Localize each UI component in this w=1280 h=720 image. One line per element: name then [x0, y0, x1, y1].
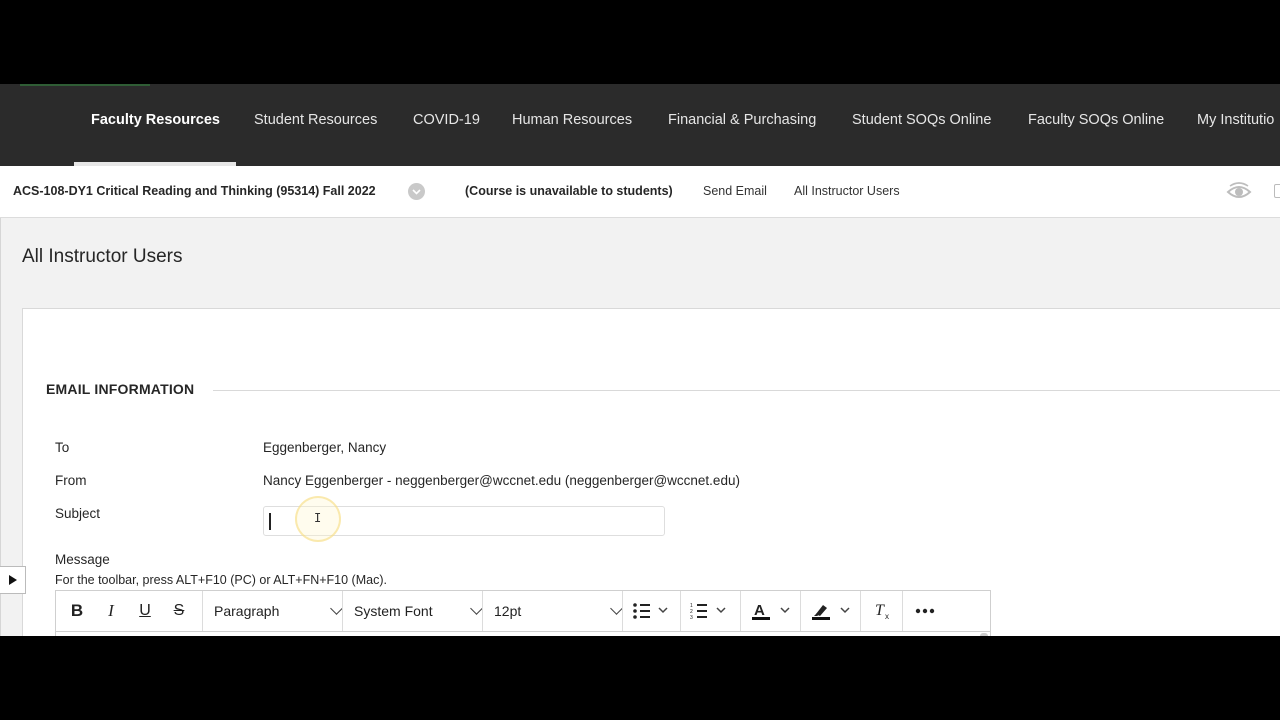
main-content: All Instructor Users EMAIL INFORMATION T… [0, 218, 1280, 636]
block-format-select[interactable]: Paragraph [214, 591, 343, 631]
font-size-select[interactable]: 12pt [494, 591, 623, 631]
block-format-value: Paragraph [214, 603, 280, 619]
svg-text:x: x [885, 612, 889, 621]
breadcrumb-send-email[interactable]: Send Email [703, 184, 767, 198]
text-caret [269, 513, 271, 530]
nav-student-soqs-online[interactable]: Student SOQs Online [852, 112, 991, 128]
italic-button[interactable]: I [96, 591, 126, 631]
nav-faculty-resources[interactable]: Faculty Resources [91, 112, 220, 128]
chevron-down-icon [610, 602, 623, 615]
text-color-icon: A [752, 602, 790, 620]
course-availability-status: (Course is unavailable to students) [465, 184, 673, 198]
font-family-value: System Font [354, 603, 433, 619]
email-form-panel: EMAIL INFORMATION To Eggenberger, Nancy … [22, 308, 1280, 636]
subject-label: Subject [55, 506, 101, 521]
editor-toolbar: B I U S Paragraph System Font 12pt 1 2 3… [55, 590, 991, 632]
brand-accent [20, 84, 150, 86]
bullet-list-button[interactable] [628, 591, 676, 631]
editor-scrollbar[interactable] [980, 633, 988, 636]
eye-icon[interactable] [1226, 181, 1252, 203]
more-options-button[interactable] [908, 591, 942, 631]
highlight-color-button[interactable] [806, 591, 860, 631]
svg-text:3: 3 [690, 615, 693, 620]
message-label: Message [55, 552, 110, 567]
bullet-list-icon [633, 603, 668, 619]
play-right-icon [8, 575, 17, 585]
nav-student-resources[interactable]: Student Resources [254, 112, 377, 128]
panel-edge-icon[interactable] [1274, 184, 1280, 198]
from-label: From [55, 473, 87, 488]
top-navigation: Faculty Resources Student Resources COVI… [0, 84, 1280, 166]
course-title[interactable]: ACS-108-DY1 Critical Reading and Thinkin… [13, 184, 376, 198]
breadcrumb-all-instructor-users: All Instructor Users [794, 184, 900, 198]
nav-my-institution[interactable]: My Institutio [1197, 112, 1274, 128]
chevron-down-icon [330, 602, 343, 615]
browser-viewport: Faculty Resources Student Resources COVI… [0, 84, 1280, 636]
course-breadcrumb-bar: ACS-108-DY1 Critical Reading and Thinkin… [0, 166, 1280, 218]
to-value: Eggenberger, Nancy [263, 440, 387, 455]
nav-faculty-soqs-online[interactable]: Faculty SOQs Online [1028, 112, 1164, 128]
bold-button[interactable]: B [62, 591, 92, 631]
chevron-down-circle-icon[interactable] [408, 183, 425, 200]
toolbar-hint: For the toolbar, press ALT+F10 (PC) or A… [55, 573, 387, 587]
font-family-select[interactable]: System Font [354, 591, 484, 631]
from-value: Nancy Eggenberger - neggenberger@wccnet.… [263, 473, 740, 488]
numbered-list-icon: 1 2 3 [690, 603, 726, 620]
nav-financial-purchasing[interactable]: Financial & Purchasing [668, 112, 816, 128]
nav-covid-19[interactable]: COVID-19 [413, 112, 480, 128]
message-editor-area[interactable] [55, 631, 991, 636]
highlighter-icon [812, 605, 850, 620]
svg-text:A: A [754, 602, 765, 619]
numbered-list-button[interactable]: 1 2 3 [686, 591, 734, 631]
font-size-value: 12pt [494, 603, 522, 619]
svg-text:T: T [875, 602, 885, 619]
to-label: To [55, 440, 70, 455]
clear-formatting-button[interactable]: T x [866, 591, 900, 631]
clear-formatting-icon: T x [875, 602, 889, 621]
nav-human-resources[interactable]: Human Resources [512, 112, 632, 128]
course-menu-toggle[interactable] [0, 566, 26, 594]
more-horizontal-icon [915, 608, 935, 614]
chevron-down-icon [470, 602, 483, 615]
text-color-button[interactable]: A [746, 591, 800, 631]
underline-button[interactable]: U [130, 591, 160, 631]
strikethrough-button[interactable]: S [164, 591, 194, 631]
section-divider [213, 390, 1280, 391]
section-title: EMAIL INFORMATION [46, 381, 195, 397]
ibeam-cursor-icon: I [314, 511, 322, 525]
page-title: All Instructor Users [22, 246, 183, 267]
